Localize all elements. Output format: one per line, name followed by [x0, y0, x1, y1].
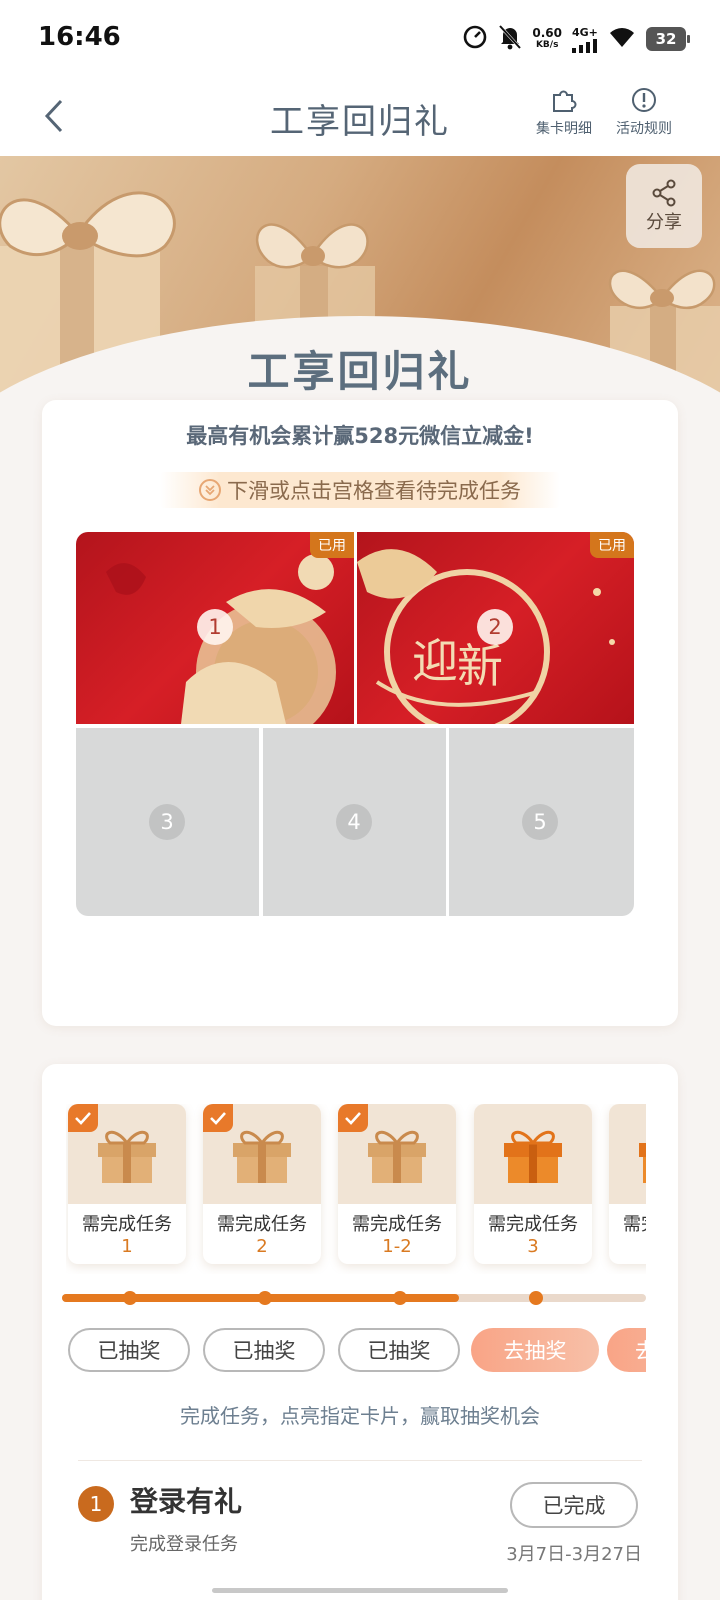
grid-cell-1[interactable]: 已用 1: [76, 532, 354, 724]
mute-bell-icon: [498, 24, 522, 54]
task-number-badge: 1: [78, 1486, 114, 1522]
gift-card-2[interactable]: 需完成任务 2: [203, 1104, 321, 1264]
gift-top: [609, 1104, 646, 1204]
drawn-button[interactable]: 已抽奖: [338, 1328, 460, 1372]
gift-label: 需完成任务: [623, 1214, 646, 1235]
gift-label: 需完成任务: [488, 1214, 578, 1235]
hero-banner: 工享回归礼 分享: [0, 156, 720, 406]
task-status-button[interactable]: 已完成: [510, 1482, 638, 1528]
share-label: 分享: [646, 212, 682, 233]
gift-card-4[interactable]: 需完成任务 3: [474, 1104, 592, 1264]
speed-unit: KB/s: [535, 40, 559, 50]
progress-dot: [123, 1291, 137, 1305]
gift-sub: 3: [527, 1236, 539, 1257]
share-icon: [652, 179, 676, 207]
gift-row: 需完成任务 1 需完成任务 2 需完成任务 1-2 需完成任务 3 需: [66, 1104, 646, 1274]
go-draw-button[interactable]: 去抽奖: [471, 1328, 599, 1372]
gift-top: [474, 1104, 592, 1204]
scroll-hint[interactable]: 下滑或点击宫格查看待完成任务: [160, 472, 560, 508]
gift-card-3[interactable]: 需完成任务 1-2: [338, 1104, 456, 1264]
task-date-range: 3月7日-3月27日: [506, 1544, 642, 1565]
page: 16:46 0.60 KB/s 4G+ 32 工享回归礼 集卡明细 活动规则 工…: [0, 0, 720, 1600]
used-tag: 已用: [590, 532, 634, 558]
check-icon: [203, 1104, 233, 1132]
cell-number-badge: 5: [522, 804, 558, 840]
rewards-panel: 需完成任务 1 需完成任务 2 需完成任务 1-2 需完成任务 3 需 已抽奖 …: [42, 1064, 678, 1600]
gift-sub: 1-2: [382, 1236, 412, 1257]
battery-icon: 32: [646, 27, 690, 51]
svg-text:迎: 迎: [412, 634, 458, 688]
speedometer-icon: [462, 24, 488, 54]
hero-title: 工享回归礼: [247, 347, 473, 396]
status-time: 16:46: [38, 22, 121, 52]
gift-card-1[interactable]: 需完成任务 1: [68, 1104, 186, 1264]
status-bar: 16:46 0.60 KB/s 4G+ 32: [0, 0, 720, 78]
task-item: 1 登录有礼 完成登录任务 已完成 3月7日-3月27日: [78, 1478, 642, 1568]
share-button[interactable]: 分享: [626, 164, 702, 248]
status-icons: 0.60 KB/s 4G+ 32: [462, 24, 690, 54]
wifi-icon: [608, 26, 636, 52]
drawn-button[interactable]: 已抽奖: [68, 1328, 190, 1372]
task-title: 登录有礼: [130, 1485, 243, 1518]
gift-sub: 2: [256, 1236, 268, 1257]
cell-number-badge: 2: [477, 609, 513, 645]
home-indicator[interactable]: [212, 1588, 508, 1593]
go-draw-button[interactable]: 去抽奖: [607, 1328, 646, 1372]
scroll-hint-text: 下滑或点击宫格查看待完成任务: [227, 479, 521, 503]
used-tag: 已用: [310, 532, 354, 558]
card-detail-label: 集卡明细: [536, 121, 592, 137]
gift-icon: [98, 1130, 156, 1183]
gift-label: 需完成任务: [217, 1214, 307, 1235]
rewards-tip: 完成任务，点亮指定卡片，赢取抽奖机会: [180, 1404, 540, 1428]
double-chevron-down-icon: [199, 479, 221, 501]
divider: [78, 1460, 642, 1461]
gift-card-5[interactable]: 需完成任务: [609, 1104, 646, 1264]
progress-dot: [258, 1291, 272, 1305]
cell-number-badge: 1: [197, 609, 233, 645]
signal-icon: [572, 38, 597, 53]
page-title: 工享回归礼: [270, 102, 450, 142]
progress-dot: [529, 1291, 543, 1305]
gift-sub: 1: [121, 1236, 133, 1257]
card-grid: 已用 1 迎 新 已用 2 3 4 5: [76, 532, 634, 916]
gift-icon: [233, 1130, 291, 1183]
progress-bar: [62, 1291, 646, 1305]
speed-value: 0.60: [532, 26, 562, 40]
grid-cell-4[interactable]: 4: [263, 728, 446, 916]
cell-number-badge: 3: [149, 804, 185, 840]
task-description: 完成登录任务: [130, 1534, 238, 1555]
card-detail-button[interactable]: 集卡明细: [536, 86, 592, 138]
nav-bar: 工享回归礼 集卡明细 活动规则: [0, 78, 720, 156]
rules-label: 活动规则: [616, 121, 672, 137]
grid-cell-5[interactable]: 5: [449, 728, 634, 916]
gift-label: 需完成任务: [82, 1214, 172, 1235]
gift-label: 需完成任务: [352, 1214, 442, 1235]
card-collection-panel: 最高有机会累计赢528元微信立减金! 下滑或点击宫格查看待完成任务 已用 1 迎…: [42, 400, 678, 1026]
rules-button[interactable]: 活动规则: [616, 86, 672, 138]
cell-number-badge: 4: [336, 804, 372, 840]
info-icon: [632, 88, 656, 112]
draw-button-row: 已抽奖 已抽奖 已抽奖 去抽奖 去抽奖: [66, 1326, 646, 1376]
progress-dot: [393, 1291, 407, 1305]
svg-text:新: 新: [457, 639, 503, 693]
gift-icon: [639, 1143, 646, 1183]
puzzle-icon: [553, 90, 577, 112]
grid-cell-2[interactable]: 迎 新 已用 2: [357, 532, 634, 724]
check-icon: [338, 1104, 368, 1132]
gift-icon: [504, 1130, 562, 1183]
reward-headline: 最高有机会累计赢528元微信立减金!: [186, 424, 534, 448]
check-icon: [68, 1104, 98, 1132]
drawn-button[interactable]: 已抽奖: [203, 1328, 325, 1372]
network-speed: 0.60 KB/s: [532, 27, 562, 51]
network-type: 4G+: [572, 25, 598, 39]
grid-cell-3[interactable]: 3: [76, 728, 259, 916]
cell-signal: 4G+: [572, 26, 598, 53]
gift-icon: [368, 1130, 426, 1183]
